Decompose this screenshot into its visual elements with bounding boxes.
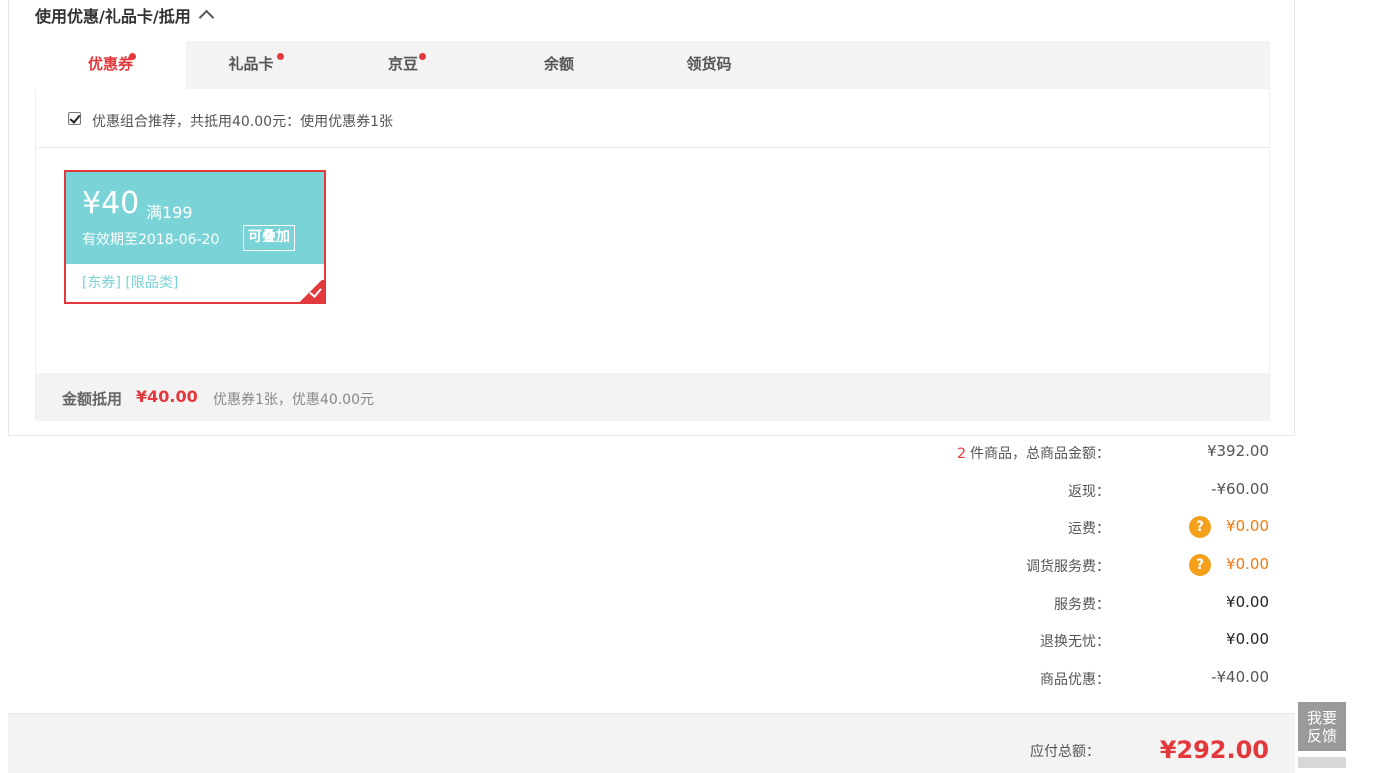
coupon-expiry: 有效期至2018-06-20 bbox=[82, 232, 220, 248]
payable-total-bar: 应付总额： ¥292.00 bbox=[8, 713, 1295, 773]
total-goods-row: 2 件商品，总商品金额： ¥392.00 bbox=[0, 440, 1393, 464]
total-goods-value: ¥392.00 bbox=[1206, 442, 1269, 460]
tab-jingdou-label: 京豆 bbox=[387, 55, 418, 73]
goods-discount-value: -¥40.00 bbox=[1211, 668, 1269, 686]
return-guarantee-label: 退换无忧： bbox=[1040, 634, 1110, 650]
total-goods-suffix: 件商品，总商品金额： bbox=[970, 446, 1110, 462]
coupon-content: 优惠组合推荐，共抵用40.00元：使用优惠券1张 ¥40 满199 有效期至20… bbox=[35, 89, 1270, 421]
payable-label: 应付总额： bbox=[1030, 744, 1100, 760]
deduction-amount: ¥40.00 bbox=[136, 387, 198, 406]
section-title: 使用优惠/礼品卡/抵用 bbox=[35, 7, 191, 26]
tab-pickup-code[interactable]: 领货码 bbox=[659, 41, 759, 89]
service-fee-row: 服务费： ¥0.00 bbox=[0, 591, 1393, 615]
coupon-card[interactable]: ¥40 满199 有效期至2018-06-20 可叠加 [东券] [限品类] bbox=[64, 170, 326, 304]
tab-coupon-label: 优惠券 bbox=[87, 55, 133, 73]
cashback-value: -¥60.00 bbox=[1211, 480, 1269, 498]
coupon-stackable-badge: 可叠加 bbox=[243, 225, 295, 251]
feedback-line2: 反馈 bbox=[1306, 727, 1337, 745]
transfer-fee-value: ¥0.00 bbox=[1226, 555, 1269, 573]
service-fee-value: ¥0.00 bbox=[1226, 593, 1269, 611]
payable-value: ¥292.00 bbox=[1159, 736, 1269, 764]
tab-gift-card-label: 礼品卡 bbox=[228, 55, 274, 73]
total-goods-label: 2 件商品，总商品金额： bbox=[957, 443, 1110, 463]
feedback-button[interactable]: 我要 反馈 bbox=[1298, 702, 1346, 751]
combo-recommend-checkbox[interactable] bbox=[68, 112, 81, 125]
feedback-line1: 我要 bbox=[1306, 709, 1337, 727]
tab-balance[interactable]: 余额 bbox=[509, 41, 609, 89]
cashback-label: 返现： bbox=[1068, 484, 1110, 500]
side-tool-button[interactable] bbox=[1298, 757, 1346, 768]
service-fee-label: 服务费： bbox=[1054, 597, 1110, 613]
tab-jingdou[interactable]: 京豆 bbox=[353, 41, 453, 89]
shipping-row: 运费： ? ¥0.00 bbox=[0, 515, 1393, 539]
tab-pickup-code-label: 领货码 bbox=[686, 55, 732, 73]
combo-recommend-label: 优惠组合推荐，共抵用40.00元：使用优惠券1张 bbox=[92, 114, 393, 130]
discount-section-toggle[interactable]: 使用优惠/礼品卡/抵用 bbox=[35, 4, 214, 30]
new-dot-icon bbox=[419, 53, 426, 60]
tab-balance-label: 余额 bbox=[543, 55, 574, 73]
shipping-label: 运费： bbox=[1068, 521, 1110, 537]
tab-coupon[interactable]: 优惠券 bbox=[35, 41, 186, 89]
new-dot-icon bbox=[277, 53, 284, 60]
transfer-fee-label: 调货服务费： bbox=[1026, 559, 1110, 575]
tab-gift-card[interactable]: 礼品卡 bbox=[186, 41, 316, 89]
return-guarantee-row: 退换无忧： ¥0.00 bbox=[0, 628, 1393, 652]
shipping-value: ¥0.00 bbox=[1226, 517, 1269, 535]
item-count: 2 bbox=[957, 446, 966, 462]
deduction-label: 金额抵用 bbox=[62, 390, 123, 408]
chevron-up-icon bbox=[198, 9, 214, 26]
help-icon[interactable]: ? bbox=[1189, 516, 1211, 538]
coupon-amount: ¥40 bbox=[82, 186, 140, 221]
deduction-desc: 优惠券1张，优惠40.00元 bbox=[213, 392, 374, 408]
cashback-row: 返现： -¥60.00 bbox=[0, 478, 1393, 502]
transfer-fee-row: 调货服务费： ? ¥0.00 bbox=[0, 553, 1393, 577]
new-dot-icon bbox=[129, 53, 136, 60]
help-icon[interactable]: ? bbox=[1189, 554, 1211, 576]
goods-discount-row: 商品优惠： -¥40.00 bbox=[0, 666, 1393, 690]
deduction-summary: 金额抵用 ¥40.00 优惠券1张，优惠40.00元 bbox=[36, 373, 1269, 421]
coupon-card-top: ¥40 满199 有效期至2018-06-20 可叠加 bbox=[66, 172, 324, 264]
discount-tabs: 优惠券 礼品卡 京豆 余额 领货码 bbox=[35, 41, 1270, 89]
goods-discount-label: 商品优惠： bbox=[1040, 672, 1110, 688]
checkmark-icon bbox=[298, 280, 324, 302]
combo-recommend-row: 优惠组合推荐，共抵用40.00元：使用优惠券1张 bbox=[36, 89, 1269, 148]
coupon-threshold: 满199 bbox=[146, 203, 193, 222]
coupon-tags: [东券] [限品类] bbox=[82, 275, 179, 291]
return-guarantee-value: ¥0.00 bbox=[1226, 630, 1269, 648]
